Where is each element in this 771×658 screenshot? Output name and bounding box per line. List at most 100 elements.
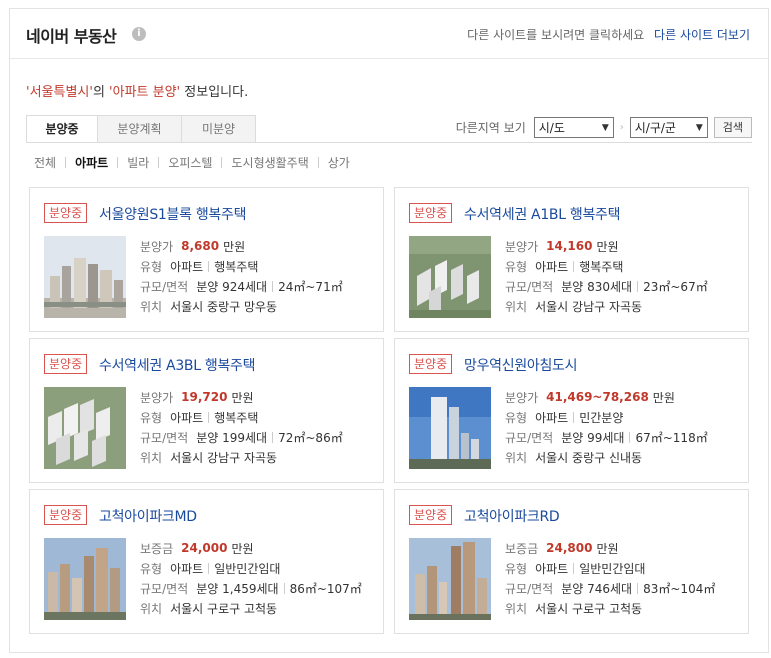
widget-title[interactable]: 네이버 부동산 — [26, 23, 117, 47]
scale-area: 86㎡~107㎡ — [289, 581, 362, 596]
type-label: 유형 — [140, 561, 163, 576]
location-value: 서울시 중랑구 망우동 — [170, 299, 278, 314]
listing-thumbnail[interactable] — [44, 387, 126, 469]
row-divider — [573, 562, 575, 574]
listing-card[interactable]: 분양중 수서역세권 A1BL 행복주택 분양가 14,160 만원 유형 아파트 행복주… — [394, 187, 749, 332]
tab-on-sale[interactable]: 분양중 — [26, 115, 98, 143]
row-divider — [637, 280, 639, 292]
subnav-all[interactable]: 전체 — [34, 154, 56, 171]
listing-card[interactable]: 분양중 수서역세권 A3BL 행복주택 분양가 19,720 만원 유형 아파트 행복주… — [29, 338, 384, 483]
subnav-villa[interactable]: 빌라 — [127, 154, 149, 171]
sido-value: 시/도 — [538, 121, 565, 135]
subnav-urban-housing[interactable]: 도시형생활주택 — [231, 154, 308, 171]
subnav-officetel[interactable]: 오피스텔 — [168, 154, 212, 171]
scale-units: 분양 746세대 — [561, 581, 633, 596]
listing-card[interactable]: 분양중 고척아이파크RD 보증금 24,800 만원 유형 아파트 일반민간임대 규모/… — [394, 489, 749, 634]
subnav-divider — [221, 157, 223, 168]
scale-area: 23㎡~67㎡ — [643, 279, 708, 294]
type-sub: 일반민간임대 — [214, 561, 281, 576]
type-value: 아파트 — [535, 410, 569, 425]
type-value: 아파트 — [170, 259, 204, 274]
subnav-divider — [317, 157, 319, 168]
price-label: 보증금 — [140, 541, 174, 556]
status-badge: 분양중 — [44, 203, 88, 223]
region-label: 다른지역 보기 — [455, 121, 526, 135]
type-sub: 행복주택 — [214, 410, 259, 425]
scale-label: 규모/면적 — [505, 279, 554, 294]
listing-details: 분양가 8,680 만원 유형 아파트 행복주택 규모/면적 분양 924세대 24㎡~71… — [140, 236, 343, 316]
listing-card[interactable]: 분양중 고척아이파크MD 보증금 24,000 만원 유형 아파트 일반민간임대 규모/… — [29, 489, 384, 634]
price-unit: 만원 — [596, 541, 619, 556]
type-label: 유형 — [505, 561, 528, 576]
info-icon[interactable]: i — [132, 27, 146, 41]
row-divider — [272, 431, 274, 443]
listing-card[interactable]: 분양중 망우역신원아침도시 분양가 41,469~78,268 만원 유형 아파트 민간… — [394, 338, 749, 483]
scale-label: 규모/면적 — [140, 279, 189, 294]
region-selector: 다른지역 보기 시/도 ▼ › 시/구/군 ▼ 검색 — [456, 117, 752, 138]
type-value: 아파트 — [170, 410, 204, 425]
listing-thumbnail[interactable] — [409, 236, 491, 318]
subnav-divider — [158, 157, 160, 168]
listing-details: 분양가 14,160 만원 유형 아파트 행복주택 규모/면적 분양 830세대 23㎡~6… — [505, 236, 708, 316]
search-button[interactable]: 검색 — [713, 117, 752, 138]
subnav-commercial[interactable]: 상가 — [328, 154, 350, 171]
sigungu-select[interactable]: 시/구/군 ▼ — [629, 117, 708, 138]
listing-card[interactable]: 분양중 서울양원S1블록 행복주택 분양가 8,680 만원 유형 아파트 행복주택 규… — [29, 187, 384, 332]
price-label: 분양가 — [505, 239, 539, 254]
type-sub: 행복주택 — [579, 259, 624, 274]
region-notice: '서울특별시'의 '아파트 분양' 정보입니다. — [26, 81, 248, 100]
listing-title[interactable]: 고척아이파크MD — [99, 506, 197, 526]
tab-unsold[interactable]: 미분양 — [182, 115, 256, 143]
listing-title[interactable]: 고척아이파크RD — [464, 506, 560, 526]
notice-type: '아파트 분양' — [109, 85, 181, 100]
price-label: 분양가 — [140, 390, 174, 405]
row-divider — [283, 582, 285, 594]
scale-units: 분양 1,459세대 — [196, 581, 279, 596]
chevron-right-icon: › — [619, 122, 624, 133]
price-label: 분양가 — [140, 239, 174, 254]
price-unit: 만원 — [596, 239, 619, 254]
scale-units: 분양 924세대 — [196, 279, 268, 294]
location-label: 위치 — [140, 299, 163, 314]
price-unit: 만원 — [652, 390, 675, 405]
location-value: 서울시 중랑구 신내동 — [535, 450, 643, 465]
more-sites-link[interactable]: 다른 사이트 더보기 — [654, 28, 750, 42]
listing-thumbnail[interactable] — [44, 236, 126, 318]
listing-thumbnail[interactable] — [409, 538, 491, 620]
status-badge: 분양중 — [409, 505, 453, 525]
type-label: 유형 — [505, 410, 528, 425]
location-value: 서울시 강남구 자곡동 — [170, 450, 278, 465]
listing-details: 보증금 24,000 만원 유형 아파트 일반민간임대 규모/면적 분양 1,459세대 8… — [140, 538, 362, 618]
listing-thumbnail[interactable] — [44, 538, 126, 620]
price-value: 8,680 — [181, 239, 220, 253]
scale-label: 규모/면적 — [505, 581, 554, 596]
sigungu-value: 시/구/군 — [634, 121, 676, 135]
subnav-apartment[interactable]: 아파트 — [75, 154, 108, 171]
listing-title[interactable]: 망우역신원아침도시 — [464, 355, 578, 375]
row-divider — [637, 582, 639, 594]
price-value: 14,160 — [546, 239, 593, 253]
sido-select[interactable]: 시/도 ▼ — [533, 117, 614, 138]
listing-title[interactable]: 서울양원S1블록 행복주택 — [99, 204, 246, 224]
type-sub: 행복주택 — [214, 259, 259, 274]
status-badge: 분양중 — [409, 354, 453, 374]
tabs-underline — [26, 142, 752, 143]
other-sites-text: 다른 사이트를 보시려면 클릭하세요 — [467, 28, 645, 42]
listing-thumbnail[interactable] — [409, 387, 491, 469]
tab-sale-plan[interactable]: 분양계획 — [98, 115, 182, 143]
type-label: 유형 — [140, 410, 163, 425]
scale-units: 분양 830세대 — [561, 279, 633, 294]
listing-title[interactable]: 수서역세권 A1BL 행복주택 — [464, 204, 621, 224]
listing-title[interactable]: 수서역세권 A3BL 행복주택 — [99, 355, 256, 375]
notice-region: '서울특별시' — [26, 85, 93, 100]
price-value: 24,800 — [546, 541, 593, 555]
scale-area: 24㎡~71㎡ — [278, 279, 343, 294]
type-value: 아파트 — [535, 259, 569, 274]
chevron-down-icon: ▼ — [695, 122, 703, 133]
subnav-divider — [117, 157, 119, 168]
scale-area: 72㎡~86㎡ — [278, 430, 343, 445]
type-value: 아파트 — [535, 561, 569, 576]
type-label: 유형 — [505, 259, 528, 274]
location-value: 서울시 구로구 고척동 — [170, 601, 278, 616]
real-estate-widget: 네이버 부동산 i 다른 사이트를 보시려면 클릭하세요 다른 사이트 더보기 … — [9, 8, 769, 653]
